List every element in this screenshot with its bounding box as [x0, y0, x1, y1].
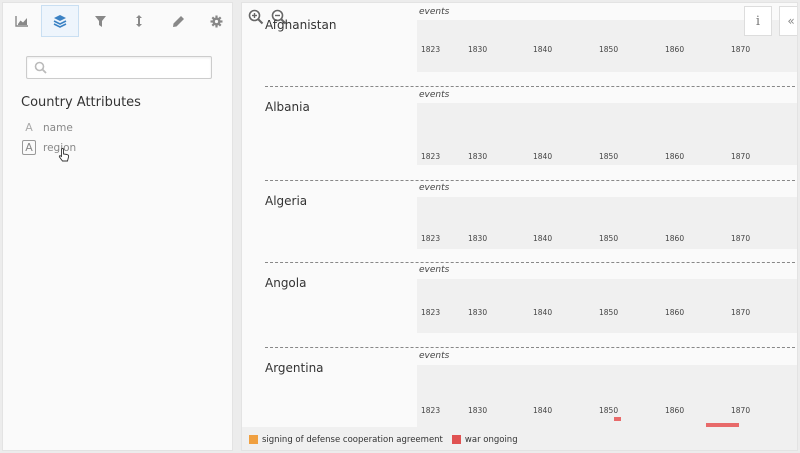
legend-label: signing of defense cooperation agreement: [262, 434, 443, 445]
axis-tick-label: 1830: [468, 406, 488, 415]
events-label: events: [419, 265, 450, 275]
axis-tick-label: 1840: [533, 45, 553, 54]
gear-icon: [210, 15, 222, 27]
axis-tick-label: 1823: [421, 152, 441, 161]
filter-icon: [94, 15, 106, 27]
axis-tick-label: 1850: [599, 45, 619, 54]
legend-item-war-ongoing: war ongoing: [451, 434, 518, 445]
left-panel: Country Attributes A name A region: [2, 2, 233, 451]
info-button[interactable]: i: [744, 6, 772, 36]
layers-icon: [53, 15, 67, 28]
axis-tick-label: 1830: [468, 45, 488, 54]
axis-tick-label: 1870: [731, 152, 751, 161]
axis-tick-label: 1870: [731, 406, 751, 415]
row-separator: [265, 262, 797, 263]
legend-item-defense-agreement: signing of defense cooperation agreement: [249, 435, 443, 445]
events-label: events: [419, 7, 450, 17]
attribute-item-name[interactable]: A name: [22, 119, 73, 136]
chart-tool-button[interactable]: [3, 5, 41, 37]
chart-icon: [15, 16, 28, 27]
timeline-panel: Afghanistan events 1823 1830 1840 1850 1860 187…: [241, 2, 798, 451]
axis-tick-label: 1860: [665, 234, 685, 243]
axis-tick-label: 1850: [599, 406, 619, 415]
country-name: Argentina: [265, 361, 324, 375]
axis-tick-label: 1850: [599, 152, 619, 161]
axis-tick-label: 1870: [731, 234, 751, 243]
axis-tick-label: 1823: [421, 308, 441, 317]
events-label: events: [419, 183, 450, 193]
sort-vertical-icon: [136, 15, 142, 27]
axis-tick-label: 1850: [599, 234, 619, 243]
text-type-icon: A: [25, 121, 33, 134]
events-label: events: [419, 351, 450, 361]
legend-swatch: [249, 435, 258, 444]
settings-tool-button[interactable]: [197, 5, 235, 37]
axis-tick-label: 1860: [665, 308, 685, 317]
attribute-label: name: [43, 121, 73, 134]
events-label: events: [419, 90, 450, 100]
sort-tool-button[interactable]: [120, 5, 158, 37]
axis-tick-label: 1830: [468, 152, 488, 161]
collapse-panel-button[interactable]: «: [779, 6, 797, 36]
zoom-in-icon[interactable]: [248, 9, 264, 25]
pencil-icon: [172, 15, 184, 27]
search-input[interactable]: [26, 56, 212, 79]
axis-tick-label: 1823: [421, 406, 441, 415]
filter-tool-button[interactable]: [81, 5, 119, 37]
axis-tick-label: 1830: [468, 234, 488, 243]
events-lane: [417, 279, 797, 333]
country-name: Angola: [265, 276, 307, 290]
war-event-mark[interactable]: [614, 417, 621, 421]
axis-tick-label: 1860: [665, 45, 685, 54]
country-name: Afghanistan: [265, 18, 337, 32]
row-separator: [265, 86, 797, 87]
axis-tick-label: 1830: [468, 308, 488, 317]
axis-tick-label: 1840: [533, 234, 553, 243]
axis-tick-label: 1823: [421, 45, 441, 54]
legend-label: war ongoing: [464, 434, 518, 445]
axis-tick-label: 1870: [731, 308, 751, 317]
row-separator: [265, 180, 797, 181]
axis-tick-label: 1840: [533, 308, 553, 317]
hand-cursor-icon: [58, 148, 70, 162]
axis-tick-label: 1850: [599, 308, 619, 317]
pencil-tool-button[interactable]: [159, 5, 197, 37]
text-type-icon: A: [22, 140, 36, 155]
axis-tick-label: 1823: [421, 234, 441, 243]
axis-tick-label: 1840: [533, 406, 553, 415]
country-name: Albania: [265, 100, 310, 114]
legend: signing of defense cooperation agreement…: [242, 427, 797, 450]
events-lane: [417, 365, 797, 427]
search-icon: [34, 61, 47, 74]
attributes-title: Country Attributes: [21, 95, 141, 110]
layers-tool-button[interactable]: [41, 5, 79, 37]
toolbar: [3, 3, 232, 39]
axis-tick-label: 1860: [665, 406, 685, 415]
axis-tick-label: 1870: [731, 45, 751, 54]
axis-tick-label: 1860: [665, 152, 685, 161]
country-name: Algeria: [265, 194, 308, 208]
axis-tick-label: 1840: [533, 152, 553, 161]
legend-swatch: [451, 435, 461, 444]
row-separator: [265, 347, 797, 348]
